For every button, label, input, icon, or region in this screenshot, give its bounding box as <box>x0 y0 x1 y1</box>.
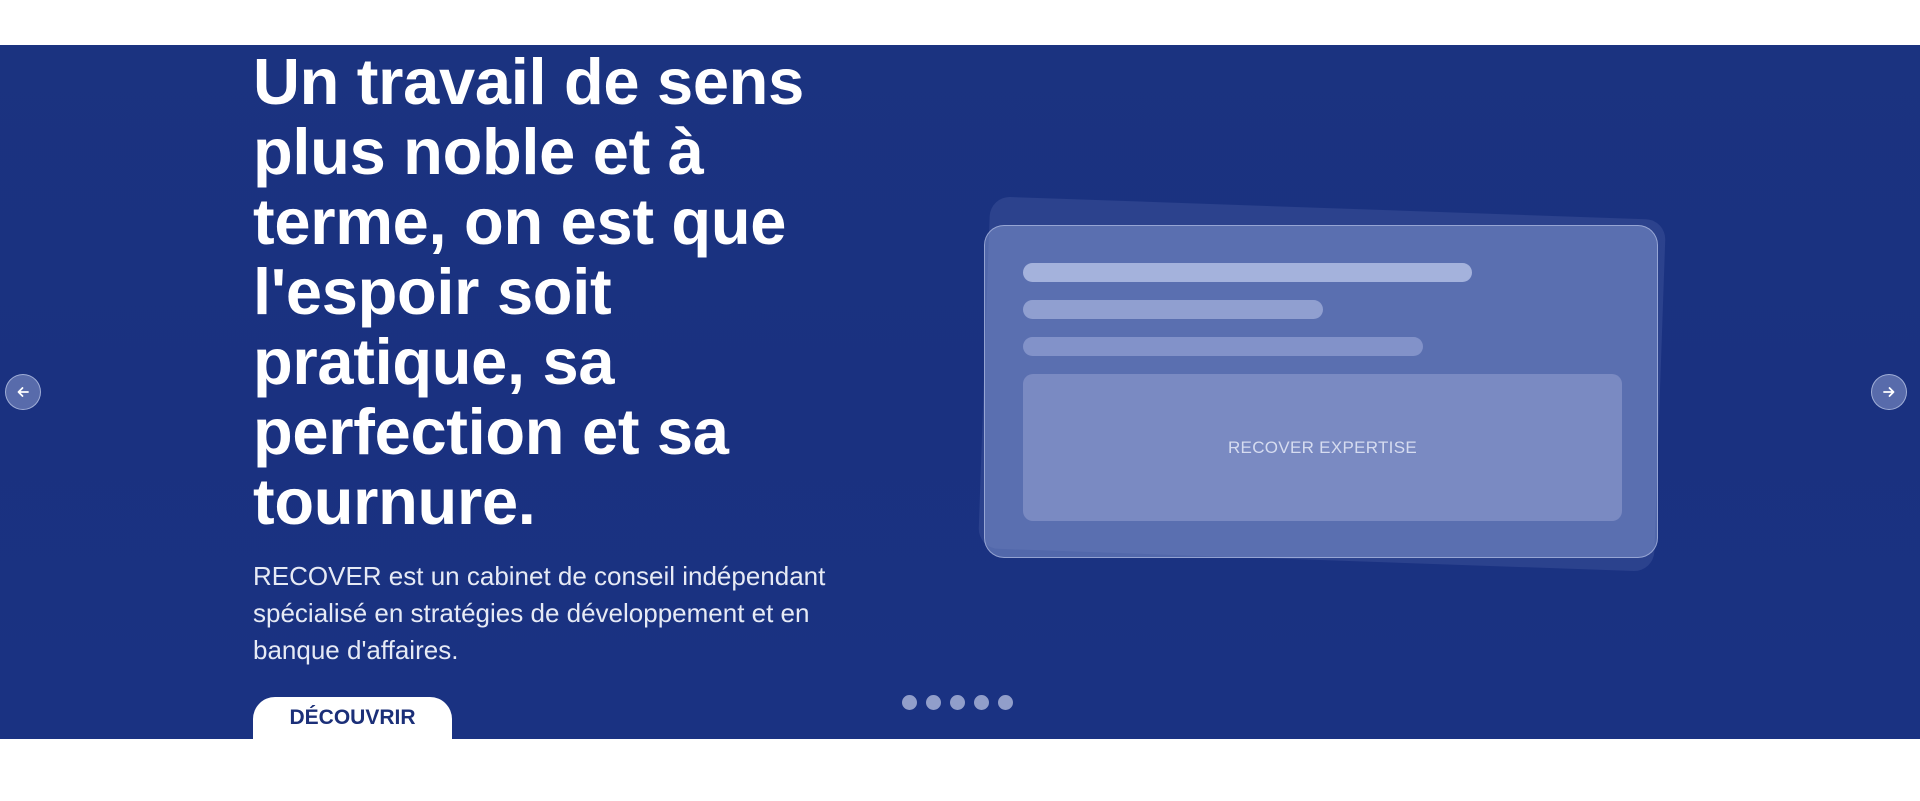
carousel-dot-2[interactable] <box>926 695 941 710</box>
carousel-prev-button[interactable] <box>5 374 41 410</box>
top-band <box>0 0 1920 45</box>
carousel-pagination <box>902 695 1013 711</box>
card-placeholder-line <box>1023 300 1323 319</box>
carousel-dot-1[interactable] <box>902 695 917 710</box>
card-panel-label: RECOVER EXPERTISE <box>1227 437 1417 457</box>
card-panel: RECOVER EXPERTISE <box>1023 374 1622 521</box>
card-placeholder-line <box>1023 263 1472 282</box>
discover-button[interactable]: DÉCOUVRIR <box>253 697 452 739</box>
arrow-right-icon <box>1883 387 1895 397</box>
card-placeholder-line <box>1023 337 1423 356</box>
arrow-left-icon <box>17 387 29 397</box>
carousel-dot-3[interactable] <box>950 695 965 710</box>
carousel-next-button[interactable] <box>1871 374 1907 410</box>
hero-title: Un travail de sens plus noble et à terme… <box>253 45 804 538</box>
hero-description: RECOVER est un cabinet de conseil indépe… <box>253 561 826 665</box>
carousel-dot-4[interactable] <box>974 695 989 710</box>
hero-slider: Un travail de sens plus noble et à terme… <box>0 45 1920 739</box>
expertise-card: RECOVER EXPERTISE <box>984 225 1658 558</box>
carousel-dot-5[interactable] <box>998 695 1013 710</box>
